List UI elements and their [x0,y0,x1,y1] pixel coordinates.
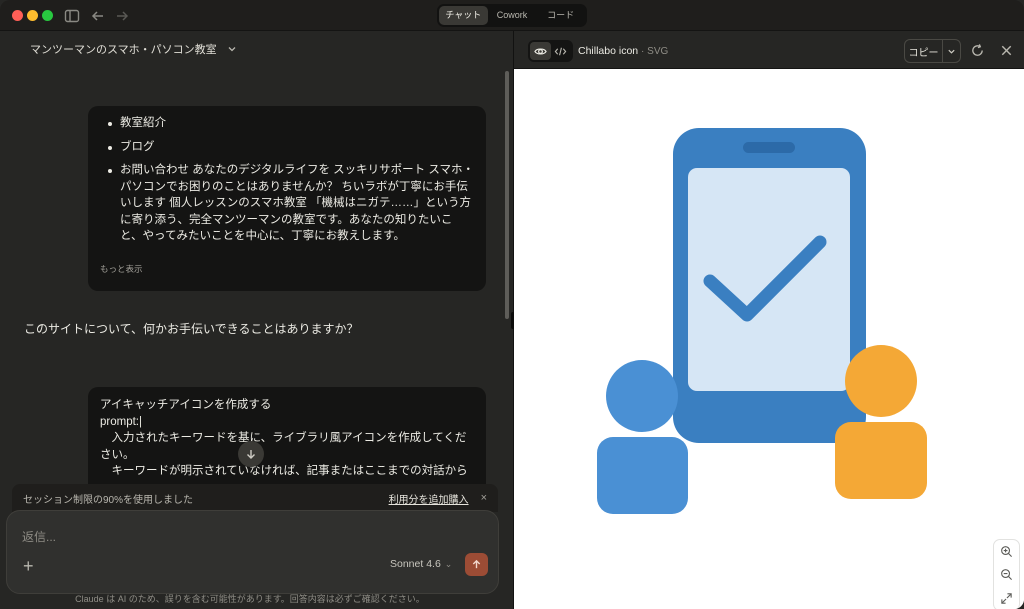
sidebar-toggle-icon[interactable] [63,7,81,25]
assistant-message: このサイトについて、何かお手伝いできることはありますか？ [24,322,359,336]
chevron-down-icon [948,49,955,54]
code-icon [554,47,567,55]
message-line: 入力されたキーワードを基に、ライブラリ風アイコンを作成してください。 [100,432,467,461]
artifact-type: · SVG [641,46,669,57]
eye-icon [533,47,547,55]
zoom-controls [993,539,1020,609]
user-message: アイキャッチアイコンを作成する prompt:| 入力されたキーワードを基に、ラ… [88,387,486,497]
mode-switcher: チャット Cowork コード [437,4,587,27]
copy-button[interactable]: コピー [905,40,943,62]
buy-more-link[interactable]: 利用分を追加購入 [389,491,469,506]
artifact-title: Chillabo icon · SVG [578,45,668,57]
tab-chat[interactable]: チャット [439,6,488,25]
model-selector[interactable]: Sonnet 4.6 ⌄ [390,558,452,570]
usage-limit-banner: セッション制限の90%を使用しました 利用分を追加購入 × [12,484,498,512]
composer: 返信... + Sonnet 4.6 ⌄ [6,510,499,594]
phone-speaker [743,142,795,153]
code-toggle[interactable] [551,42,572,60]
model-label: Sonnet 4.6 [390,558,441,570]
fade-overlay [88,241,486,263]
chat-panel: マンツーマンのスマホ・パソコン教室 教室紹介 ブログ お問い合わせ あなたのデジ… [0,31,513,609]
zoom-in-icon[interactable] [1000,545,1013,558]
add-attachment-button[interactable]: + [23,556,34,577]
usage-limit-text: セッション制限の90%を使用しました [23,494,194,506]
title-bar: チャット Cowork コード [0,0,1024,31]
chillabo-icon-illustration [597,128,927,514]
artifact-preview [514,70,1024,609]
scroll-to-bottom-button[interactable] [238,441,264,467]
tab-code[interactable]: コード [536,6,585,25]
forward-arrow-icon[interactable] [113,7,131,25]
person-orange-head [845,345,917,417]
close-window-button[interactable] [12,10,23,21]
minimize-window-button[interactable] [27,10,38,21]
disclaimer: Claude は AI のため、誤りを含む可能性があります。回答内容は必ずご確認… [75,594,425,604]
view-toggle [528,40,573,62]
user-message: 教室紹介 ブログ お問い合わせ あなたのデジタルライフを スッキリサポート スマ… [88,106,486,291]
arrow-up-icon [472,559,481,569]
person-blue-head [606,360,678,432]
maximize-window-button[interactable] [42,10,53,21]
person-blue-body [597,437,688,514]
list-item: お問い合わせ あなたのデジタルライフを スッキリサポート スマホ・パソコンでお困… [108,162,474,245]
app-window: チャット Cowork コード マンツーマンのスマホ・パソコン教室 教室紹介 ブ… [0,0,1024,609]
message-list: 教室紹介 ブログ お問い合わせ あなたのデジタルライフを スッキリサポート スマ… [100,115,474,245]
message-line: アイキャッチアイコンを作成する [100,399,272,411]
message-line: キーワードが明示されていなければ、記事またはここまでの対話から [100,465,468,477]
show-more-link[interactable]: もっと表示 [100,263,143,275]
chevron-down-icon [228,47,236,52]
close-icon[interactable] [999,43,1014,58]
list-item: ブログ [108,139,474,156]
person-orange-body [835,422,927,499]
list-item: 教室紹介 [108,115,474,132]
tab-cowork[interactable]: Cowork [488,6,537,25]
zoom-out-icon[interactable] [1000,568,1013,581]
conversation-title: マンツーマンのスマホ・パソコン教室 [30,44,217,56]
fit-to-screen-icon[interactable] [1000,592,1013,605]
arrow-down-icon [247,450,255,459]
close-banner-button[interactable]: × [481,492,487,504]
reply-input[interactable]: 返信... [22,528,56,545]
copy-button-group: コピー [904,39,961,63]
conversation-title-button[interactable]: マンツーマンのスマホ・パソコン教室 [0,31,513,67]
artifact-header: Chillabo icon · SVG コピー [514,31,1024,69]
refresh-icon[interactable] [970,43,985,58]
chat-scrollbar[interactable] [505,71,509,319]
chevron-down-icon: ⌄ [444,559,453,569]
back-arrow-icon[interactable] [89,7,107,25]
send-button[interactable] [465,553,488,576]
artifact-panel: Chillabo icon · SVG コピー [514,31,1024,609]
artifact-name: Chillabo icon [578,45,639,57]
message-line: prompt:| [100,415,142,428]
preview-toggle[interactable] [530,42,551,60]
copy-options-button[interactable] [943,40,960,62]
